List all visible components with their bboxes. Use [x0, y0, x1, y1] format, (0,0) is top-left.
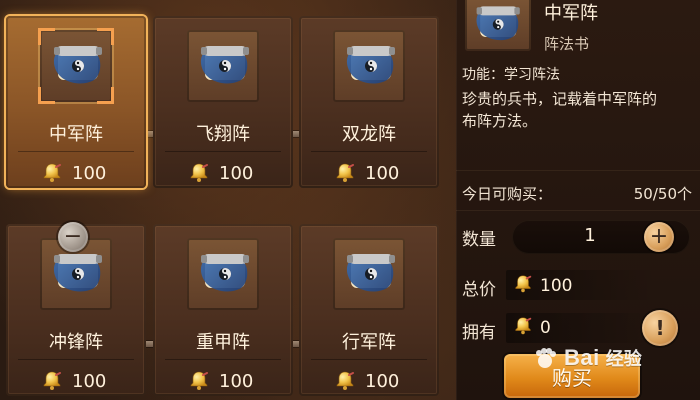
selection-corner — [97, 87, 114, 104]
bell-icon — [43, 163, 61, 182]
scroll-icon — [476, 6, 520, 41]
selection-corner — [97, 28, 114, 45]
item-name: 冲锋阵 — [49, 332, 103, 353]
daily-limit-value: 50/50个 — [633, 185, 692, 203]
item-thumbnail — [333, 238, 405, 310]
shop-item-card[interactable]: 双龙阵 100 — [299, 16, 439, 188]
quantity-label: 数量 — [462, 230, 496, 250]
bell-icon — [515, 275, 532, 293]
shop-grid: 中军阵 100 飞翔阵 100 双龙阵 100 冲锋阵 100 重甲阵 100 … — [0, 0, 460, 400]
price-value: 100 — [219, 370, 254, 392]
price: 100 — [40, 368, 106, 394]
details-description: 珍贵的兵书，记载着中军阵的布阵方法。 — [462, 90, 658, 130]
decrease-quantity-button[interactable]: − — [58, 222, 88, 252]
price-value: 100 — [72, 162, 107, 184]
minus-icon: − — [63, 224, 83, 249]
bell-icon — [43, 371, 61, 390]
shop-item-card[interactable]: 重甲阵 100 — [153, 224, 293, 396]
card-divider — [18, 359, 134, 360]
item-name: 双龙阵 — [342, 124, 396, 145]
price: 100 — [333, 160, 399, 186]
card-divider — [165, 151, 281, 152]
quantity-value: 1 — [584, 225, 596, 246]
bell-icon — [336, 371, 354, 390]
details-function: 功能：学习阵法 — [462, 67, 560, 83]
price-value: 100 — [219, 162, 254, 184]
price: 100 — [40, 160, 106, 186]
owned-label: 拥有 — [462, 323, 496, 343]
item-name: 中军阵 — [49, 124, 103, 145]
card-divider — [311, 359, 427, 360]
panel-divider — [456, 210, 700, 211]
item-thumbnail — [187, 238, 259, 310]
total-value: 100 — [540, 276, 573, 296]
plus-icon: + — [649, 224, 669, 249]
item-name: 飞翔阵 — [196, 124, 250, 145]
bell-icon — [190, 163, 208, 182]
bell-icon — [190, 371, 208, 390]
bell-icon — [515, 317, 532, 335]
shop-item-card[interactable]: 中军阵 100 — [6, 16, 146, 188]
daily-limit-row: 今日可购买： 50/50个 — [462, 183, 692, 204]
daily-limit-label: 今日可购买： — [462, 185, 553, 203]
price-value: 100 — [365, 370, 400, 392]
price: 100 — [187, 368, 253, 394]
item-name: 重甲阵 — [196, 332, 250, 353]
owned-value: 0 — [540, 318, 551, 338]
increase-quantity-button[interactable]: + — [644, 222, 674, 252]
price: 100 — [333, 368, 399, 394]
price-value: 100 — [72, 370, 107, 392]
card-divider — [165, 359, 281, 360]
card-divider — [18, 151, 134, 152]
item-thumbnail — [187, 30, 259, 102]
details-thumbnail — [465, 0, 531, 51]
item-thumbnail — [333, 30, 405, 102]
item-thumbnail — [38, 28, 114, 104]
scroll-icon — [346, 46, 395, 84]
selection-corner — [38, 28, 55, 45]
shop-item-card[interactable]: 飞翔阵 100 — [153, 16, 293, 188]
selection-corner — [38, 87, 55, 104]
info-button[interactable]: ! — [642, 310, 678, 346]
details-title: 中军阵 — [544, 3, 598, 24]
panel-divider — [456, 170, 700, 171]
exclamation-icon: ! — [655, 316, 665, 340]
details-type: 阵法书 — [544, 35, 590, 53]
item-name: 行军阵 — [342, 332, 396, 353]
price-value: 100 — [365, 162, 400, 184]
scroll-icon — [346, 254, 395, 292]
shop-item-card[interactable]: 行军阵 100 — [299, 224, 439, 396]
scroll-icon — [200, 254, 249, 292]
bell-icon — [336, 163, 354, 182]
buy-label: 购买 — [552, 365, 592, 390]
price: 100 — [187, 160, 253, 186]
card-divider — [311, 151, 427, 152]
total-label: 总价 — [462, 280, 496, 300]
scroll-icon — [200, 46, 249, 84]
buy-button[interactable]: 购买 — [504, 354, 640, 398]
